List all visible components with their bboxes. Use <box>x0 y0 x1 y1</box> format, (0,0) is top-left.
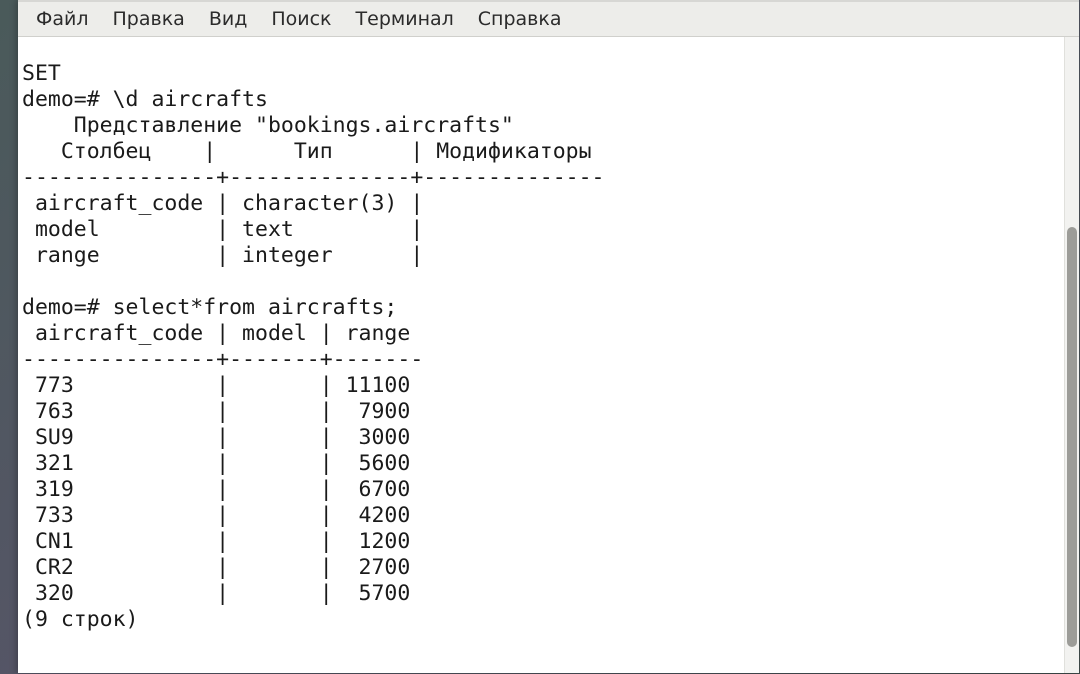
menu-help[interactable]: Справка <box>466 4 574 34</box>
menu-search[interactable]: Поиск <box>259 4 343 34</box>
terminal-window: Файл Правка Вид Поиск Терминал Справка S… <box>18 0 1079 673</box>
menubar: Файл Правка Вид Поиск Терминал Справка <box>18 2 1079 37</box>
menu-view[interactable]: Вид <box>197 4 260 34</box>
menu-file[interactable]: Файл <box>24 4 101 34</box>
menu-edit[interactable]: Правка <box>101 4 197 34</box>
scrollbar-thumb[interactable] <box>1067 227 1077 647</box>
scrollbar[interactable] <box>1064 37 1079 673</box>
menu-terminal[interactable]: Терминал <box>344 4 466 34</box>
terminal-output[interactable]: SET demo=# \d aircrafts Представление "b… <box>18 59 1064 652</box>
